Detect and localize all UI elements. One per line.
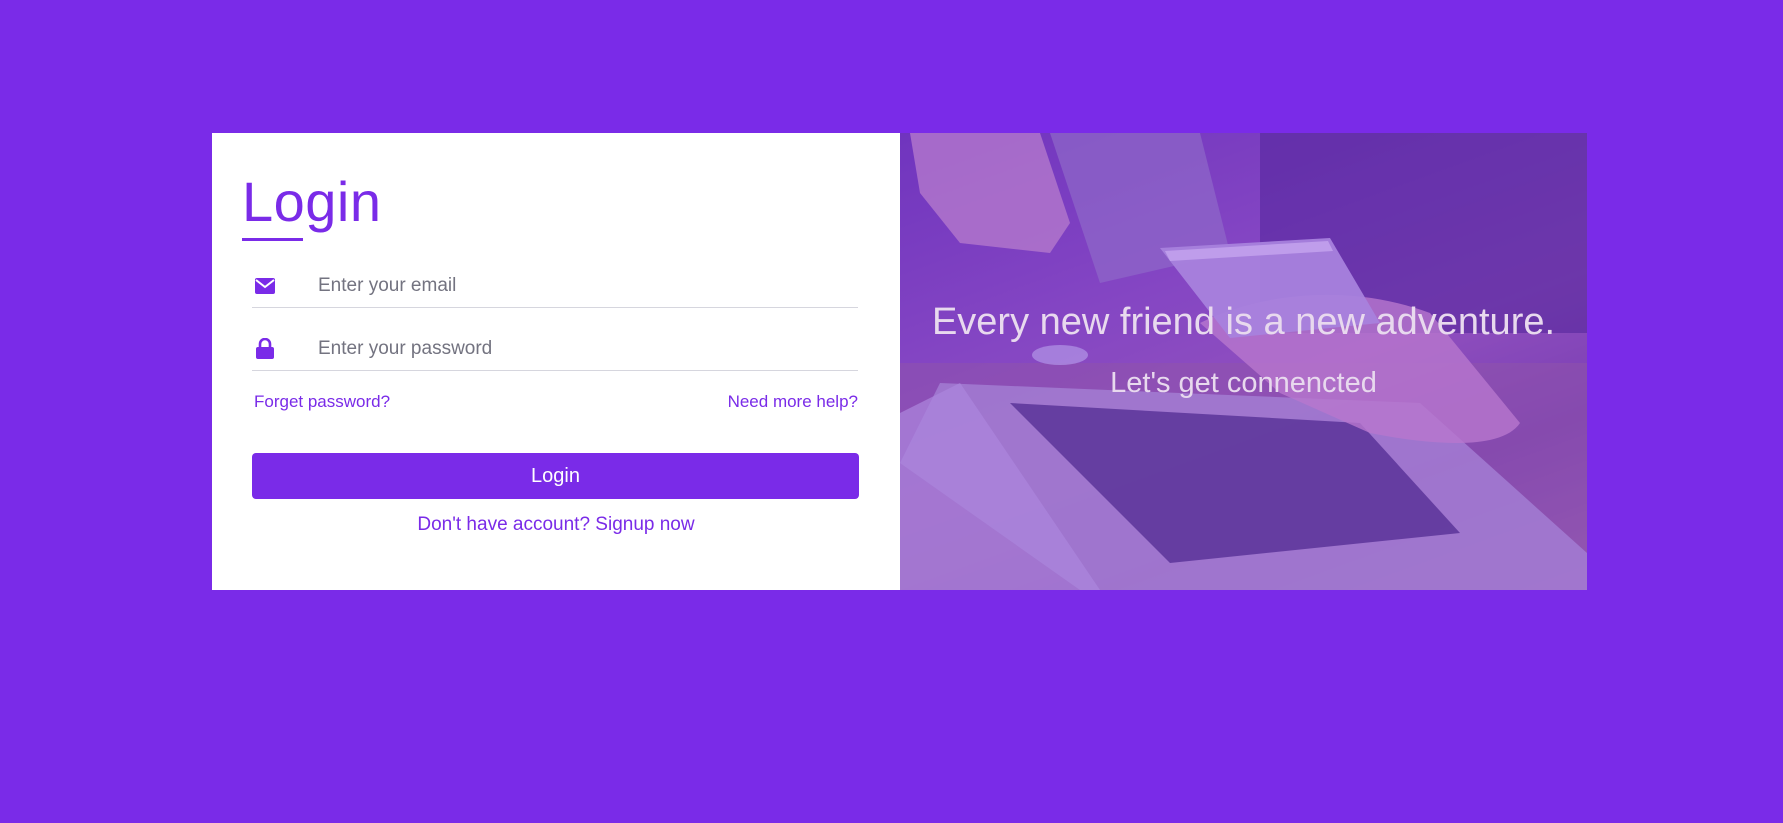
hero-quote: Every new friend is a new adventure. [931,301,1556,343]
password-field [252,327,858,371]
hero-subquote: Let's get connencted [1110,367,1377,399]
title-underline [242,238,303,241]
password-input[interactable] [318,337,838,360]
hero-image-pane: Every new friend is a new adventure. Let… [900,133,1587,590]
email-field [252,264,858,308]
forgot-password-link[interactable]: Forget password? [254,392,390,412]
login-button[interactable]: Login [252,453,859,499]
email-input[interactable] [318,274,838,297]
page-title: Login [242,170,382,233]
hero-overlay [900,133,1587,590]
login-form-pane: Login Forget password? Need more help? [212,133,900,590]
help-link[interactable]: Need more help? [728,392,858,412]
login-card: Login Forget password? Need more help? [212,133,1587,590]
lock-icon [252,336,278,362]
signup-link[interactable]: Don't have account? Signup now [212,514,900,536]
envelope-icon [252,273,278,299]
